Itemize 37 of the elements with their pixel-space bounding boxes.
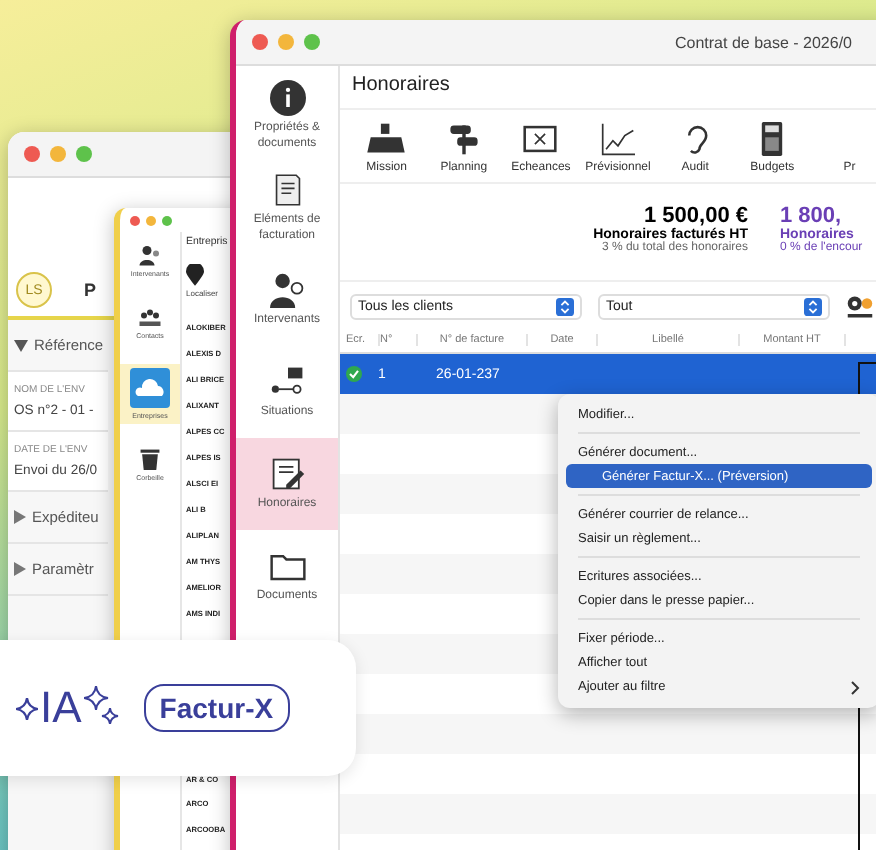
chevron-icon	[850, 679, 860, 695]
stepper-icon	[804, 298, 822, 316]
ai-label: IA	[40, 682, 82, 734]
pin-icon	[186, 264, 204, 286]
stepper-icon	[556, 298, 574, 316]
zoom-button[interactable]	[76, 146, 92, 162]
disclosure-icon	[14, 510, 26, 524]
close-button[interactable]	[130, 215, 140, 225]
chart-icon	[598, 122, 639, 156]
calendar-icon	[520, 122, 561, 156]
disclosure-icon	[14, 339, 28, 351]
tag: Factur-X	[143, 684, 290, 732]
edit-icon	[269, 455, 305, 492]
cash-register-icon	[366, 122, 407, 156]
zoom-button[interactable]	[304, 34, 320, 50]
tab[interactable]: P	[84, 280, 97, 300]
info-icon	[269, 80, 305, 117]
people-icon	[269, 271, 305, 308]
close-button[interactable]	[24, 146, 40, 162]
minimize-button[interactable]	[278, 34, 294, 50]
total-amount: 1 500,00 €	[644, 204, 748, 228]
sparkle-icon	[16, 697, 38, 719]
minimize-button[interactable]	[146, 215, 156, 225]
flow-icon	[269, 363, 305, 400]
people-icon	[138, 306, 162, 328]
sparkles-icon	[83, 686, 120, 730]
disclosure-icon	[14, 562, 26, 576]
settings-icon[interactable]	[846, 294, 874, 320]
total-amount: 1 800,	[780, 204, 842, 228]
window-title: Contrat de base - 2026/0	[674, 33, 852, 51]
section-title: Honoraires	[350, 72, 452, 100]
zoom-button[interactable]	[162, 215, 172, 225]
trash-icon	[138, 448, 162, 470]
people-icon	[138, 244, 162, 266]
minimize-button[interactable]	[50, 146, 66, 162]
cloud-icon	[130, 368, 170, 408]
close-button[interactable]	[252, 34, 268, 50]
